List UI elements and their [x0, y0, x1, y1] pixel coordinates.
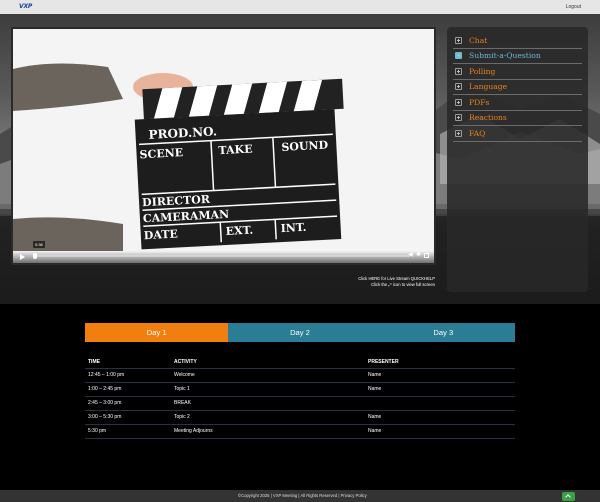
- copyright-text: ©Copyright 2025 | VXP Meeting | All Righ…: [238, 493, 367, 498]
- logo[interactable]: VXP: [19, 3, 37, 11]
- menu-item-submit-a-question[interactable]: Submit-a-Question: [453, 49, 582, 64]
- cell-activity: Topic 1: [174, 386, 190, 392]
- svg-text:TAKE: TAKE: [218, 142, 253, 157]
- footer: ©Copyright 2025 | VXP Meeting | All Righ…: [0, 490, 600, 502]
- cell-time: 12:45 – 1:00 pm: [88, 372, 125, 378]
- menu-item-label: Chat: [469, 35, 488, 45]
- svg-text:EXT.: EXT.: [225, 224, 253, 238]
- cell-activity: BREAK: [174, 400, 191, 406]
- cell-presenter: Name: [368, 386, 382, 392]
- menu-item-label: Polling: [469, 66, 496, 76]
- clapperboard-video-frame: PROD.NO. SCENE TAKE SOUND DIRECTOR CAMER…: [13, 29, 434, 263]
- cell-activity: Topic 2: [174, 414, 190, 420]
- col-presenter-header: PRESENTER: [368, 359, 399, 365]
- menu-item-label: Reactions: [469, 113, 507, 123]
- cell-presenter: Name: [368, 414, 382, 420]
- cell-activity: Welcome: [174, 372, 195, 378]
- menu-item-label: FAQ: [469, 128, 486, 138]
- menu-item-polling[interactable]: Polling: [453, 64, 582, 80]
- svg-text:SCENE: SCENE: [139, 146, 183, 161]
- side-panel: Chat Submit-a-Question Polling Language PDFs…: [447, 27, 588, 292]
- video-controls: 0:38 ◀ ✱: [13, 241, 434, 263]
- tab-day-3[interactable]: Day 3: [371, 323, 515, 342]
- progress-handle[interactable]: [33, 253, 37, 259]
- plus-icon: [455, 52, 462, 60]
- svg-text:SOUND: SOUND: [281, 138, 329, 153]
- time-tooltip: 0:38: [33, 241, 45, 248]
- tab-day-1[interactable]: Day 1: [85, 323, 229, 342]
- top-bar: VXP Logout: [0, 0, 600, 14]
- cell-time: 2:45 – 3:00 pm: [88, 400, 122, 406]
- progress-bar[interactable]: [33, 255, 410, 257]
- menu-item-faq[interactable]: FAQ: [453, 126, 582, 142]
- cell-activity: Meeting Adjourns: [174, 428, 213, 434]
- menu-item-chat[interactable]: Chat: [453, 33, 582, 49]
- play-icon[interactable]: [20, 254, 25, 260]
- menu-item-pdfs[interactable]: PDFs: [453, 95, 582, 111]
- menu-item-label: Submit-a-Question: [469, 51, 541, 61]
- plus-icon: [455, 114, 462, 122]
- logout-link[interactable]: Logout: [566, 4, 581, 10]
- table-row: 1:00 – 2:45 pm Topic 1 Name: [85, 383, 515, 397]
- plus-icon: [455, 129, 462, 137]
- fullscreen-icon[interactable]: [424, 253, 429, 258]
- cell-presenter: Name: [368, 372, 382, 378]
- menu-item-reactions[interactable]: Reactions: [453, 111, 582, 126]
- fullscreen-hint: Click the ⤢ icon to view full screen: [371, 282, 435, 287]
- gear-icon[interactable]: ✱: [416, 252, 421, 258]
- tab-day-2[interactable]: Day 2: [228, 323, 372, 342]
- col-time-header: TIME: [88, 359, 100, 365]
- svg-text:DATE: DATE: [143, 227, 178, 242]
- menu-item-label: Language: [469, 82, 508, 92]
- plus-icon: [455, 98, 462, 106]
- menu-item-language[interactable]: Language: [453, 80, 582, 95]
- table-row: 12:45 – 1:00 pm Welcome Name: [85, 369, 515, 383]
- schedule-header-row: TIME ACTIVITY PRESENTER: [85, 356, 515, 369]
- cell-presenter: Name: [368, 428, 382, 434]
- plus-icon: [455, 36, 462, 44]
- svg-text:INT.: INT.: [280, 221, 306, 235]
- schedule-table: TIME ACTIVITY PRESENTER 12:45 – 1:00 pm …: [85, 356, 515, 439]
- scroll-top-button[interactable]: [562, 492, 575, 501]
- cell-time: 5:30 pm: [88, 428, 107, 434]
- menu-item-label: PDFs: [469, 97, 490, 107]
- video-player[interactable]: PROD.NO. SCENE TAKE SOUND DIRECTOR CAMER…: [11, 27, 436, 265]
- help-text: Click HERE for Live Stream QUICKHELP Cli…: [358, 276, 435, 288]
- day-tabs: Day 1 Day 2 Day 3: [85, 323, 515, 342]
- plus-icon: [455, 83, 462, 91]
- volume-icon[interactable]: ◀: [408, 252, 413, 258]
- plus-icon: [455, 67, 462, 75]
- col-activity-header: ACTIVITY: [174, 359, 197, 365]
- table-row: 5:30 pm Meeting Adjourns Name: [85, 425, 515, 439]
- table-row: 2:45 – 3:00 pm BREAK: [85, 397, 515, 411]
- cell-time: 3:00 – 5:30 pm: [88, 414, 122, 420]
- cell-time: 1:00 – 2:45 pm: [88, 386, 122, 392]
- table-row: 3:00 – 5:30 pm Topic 2 Name: [85, 411, 515, 425]
